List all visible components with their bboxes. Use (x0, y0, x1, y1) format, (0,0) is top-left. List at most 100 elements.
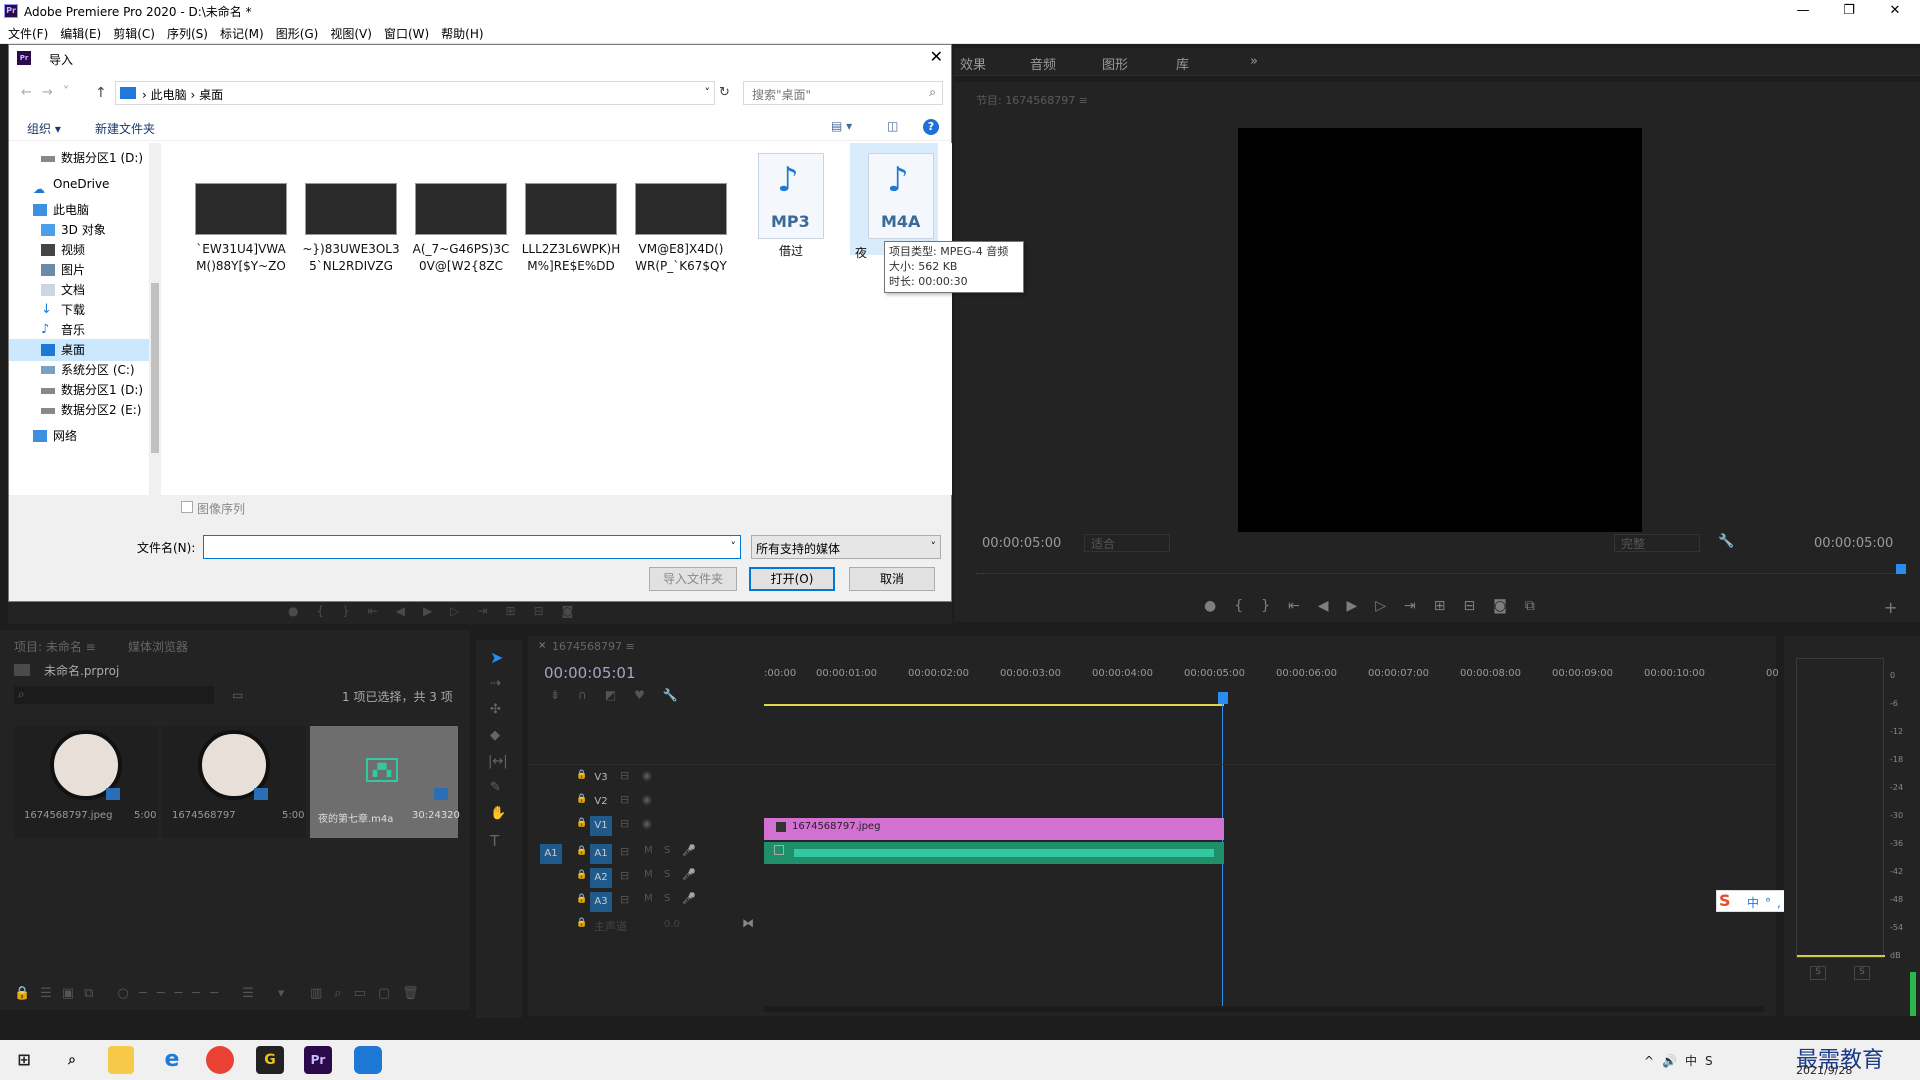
project-toolbar[interactable]: 🔒☰▣⧉ ○───── ☰ ▾ (14, 986, 294, 1001)
program-transport-controls[interactable]: ●{}⇤◀▶▷⇥⊞⊟◙⧉ (1204, 598, 1553, 614)
fit-dropdown[interactable]: 适合 (1084, 534, 1170, 552)
source-patch-a1[interactable]: A1 (540, 844, 562, 864)
file-name[interactable]: LLL2Z3L6WPK)H M%]RE$E%DD (516, 241, 626, 275)
premiere-taskbar-icon[interactable]: Pr (304, 1046, 332, 1074)
solo-left-button[interactable]: S (1810, 966, 1826, 980)
lock-icon[interactable]: 🔒 (576, 818, 587, 828)
tab-effects[interactable]: 效果 (960, 54, 986, 73)
chevron-down-icon[interactable]: ˅ (731, 540, 737, 553)
mute-button[interactable]: M (644, 869, 653, 880)
media-browser-tab[interactable]: 媒体浏览器 (128, 638, 188, 655)
project-actions[interactable]: ▥⌕▭▢🗑 (310, 986, 431, 1001)
solo-button[interactable]: S (664, 845, 670, 856)
video-thumbnail[interactable] (305, 183, 397, 235)
project-tab[interactable]: 项目: 未命名 ≡ (14, 638, 96, 655)
sync-lock-icon[interactable]: ⊟ (620, 769, 629, 782)
menu-help[interactable]: 帮助(H) (435, 23, 489, 44)
chevron-down-icon[interactable]: ˅ (705, 86, 711, 99)
m4a-file-icon[interactable]: ♪ M4A (868, 153, 934, 239)
hand-tool-icon[interactable]: ✋ (490, 806, 506, 821)
video-clip[interactable]: 1674568797.jpeg (764, 818, 1224, 840)
track-select-tool-icon[interactable]: ⇢ (490, 676, 501, 691)
file-name[interactable]: 夜 (846, 245, 876, 262)
lock-icon[interactable]: 🔒 (576, 894, 587, 904)
app-icon[interactable] (354, 1046, 382, 1074)
mp3-file-icon[interactable]: ♪ MP3 (758, 153, 824, 239)
menu-sequence[interactable]: 序列(S) (161, 23, 214, 44)
clock-date[interactable]: 2021/9/28 (1796, 1064, 1852, 1077)
program-scrubber[interactable] (976, 562, 1900, 574)
chrome-icon[interactable] (206, 1046, 234, 1074)
lock-icon[interactable]: 🔒 (576, 770, 587, 780)
breadcrumb-item[interactable]: 桌面 (199, 88, 223, 102)
nav-item[interactable]: 文档 (9, 279, 149, 301)
quality-dropdown[interactable]: 完整 (1614, 534, 1700, 552)
search-input[interactable]: 搜索"桌面" ⌕ (743, 81, 943, 105)
image-sequence-checkbox[interactable] (181, 501, 193, 513)
nav-item[interactable]: ♪ 音乐 (9, 319, 149, 341)
sync-lock-icon[interactable]: ⊟ (620, 793, 629, 806)
bin-icon[interactable]: ▭ (232, 688, 243, 702)
video-thumbnail[interactable] (635, 183, 727, 235)
file-name[interactable]: ~})83UWE3OL3 5`NL2RDIVZG (296, 241, 406, 275)
nav-item[interactable]: 视频 (9, 239, 149, 261)
lock-icon[interactable]: 🔒 (576, 846, 587, 856)
close-sequence-icon[interactable]: × (538, 640, 546, 651)
up-arrow-icon[interactable]: ↑ (95, 85, 107, 101)
video-thumbnail[interactable] (415, 183, 507, 235)
maximize-button[interactable]: ❐ (1826, 0, 1872, 22)
slip-tool-icon[interactable]: |↔| (488, 754, 508, 769)
project-item-selected[interactable]: ▞▚ 夜的第七章.m4a 30:24320 (310, 726, 460, 838)
selection-tool-icon[interactable]: ➤ (490, 648, 503, 667)
source-transport-controls[interactable]: ●{}⇤◀▶▷⇥⊞⊟◙ (288, 604, 591, 618)
microphone-icon[interactable]: 🎤 (682, 892, 696, 905)
project-item[interactable]: 1674568797 5:00 (162, 726, 306, 838)
lock-icon[interactable]: 🔒 (576, 794, 587, 804)
eye-icon[interactable]: ◉ (642, 817, 652, 830)
menu-window[interactable]: 窗口(W) (378, 23, 435, 44)
more-tabs-button[interactable]: » (1250, 54, 1258, 69)
type-tool-icon[interactable]: T (490, 832, 499, 850)
collapse-tracks-icon[interactable]: ⧓ (742, 916, 754, 930)
nav-item[interactable]: 系统分区 (C:) (9, 359, 149, 381)
nav-scrollbar[interactable] (149, 143, 161, 497)
address-bar[interactable]: › 此电脑 › 桌面 ˅ (115, 81, 715, 105)
view-options-icon[interactable]: ▤ ▾ (831, 119, 852, 133)
breadcrumb-item[interactable]: 此电脑 (151, 88, 187, 102)
new-folder-button[interactable]: 新建文件夹 (95, 120, 155, 137)
mute-button[interactable]: M (644, 845, 653, 856)
filetype-select[interactable]: 所有支持的媒体 ˅ (751, 535, 941, 559)
time-ruler[interactable]: :00:00 00:00:01:00 00:00:02:00 00:00:03:… (764, 668, 1779, 680)
nav-item[interactable]: 数据分区1 (D:) (9, 379, 149, 401)
menu-file[interactable]: 文件(F) (2, 23, 54, 44)
app-icon[interactable]: G (256, 1046, 284, 1074)
video-thumbnail[interactable] (525, 183, 617, 235)
tab-audio[interactable]: 音频 (1030, 54, 1056, 73)
work-area-bar[interactable] (764, 704, 1224, 706)
video-thumbnail[interactable] (195, 183, 287, 235)
solo-right-button[interactable]: S (1854, 966, 1870, 980)
sequence-tab[interactable]: 1674568797 ≡ (552, 640, 635, 653)
pen-tool-icon[interactable]: ✎ (490, 780, 501, 795)
menu-clip[interactable]: 剪辑(C) (107, 23, 161, 44)
microphone-icon[interactable]: 🎤 (682, 868, 696, 881)
edge-icon[interactable]: e (158, 1046, 186, 1074)
cancel-button[interactable]: 取消 (849, 567, 935, 591)
filename-input[interactable]: ˅ (203, 535, 741, 559)
close-button[interactable]: ✕ (1872, 0, 1918, 22)
audio-clip[interactable] (764, 842, 1224, 864)
add-button-icon[interactable]: + (1884, 598, 1897, 617)
nav-item[interactable]: 3D 对象 (9, 219, 149, 241)
playhead-icon[interactable] (1218, 692, 1228, 704)
sync-lock-icon[interactable]: ⊟ (620, 817, 629, 830)
nav-item[interactable]: ↓ 下载 (9, 299, 149, 321)
timeline-scrollbar[interactable] (764, 1006, 1764, 1012)
nav-item[interactable]: ☁ OneDrive (9, 173, 149, 196)
sync-lock-icon[interactable]: ⊟ (620, 845, 629, 858)
file-name[interactable]: `EW31U4]VWA M()88Y[$Y~ZO (186, 241, 296, 275)
menu-marker[interactable]: 标记(M) (214, 23, 270, 44)
microphone-icon[interactable]: 🎤 (682, 844, 696, 857)
help-icon[interactable]: ? (923, 119, 939, 135)
windows-start-icon[interactable]: ⊞ (10, 1046, 38, 1074)
file-explorer-icon[interactable] (108, 1046, 134, 1074)
